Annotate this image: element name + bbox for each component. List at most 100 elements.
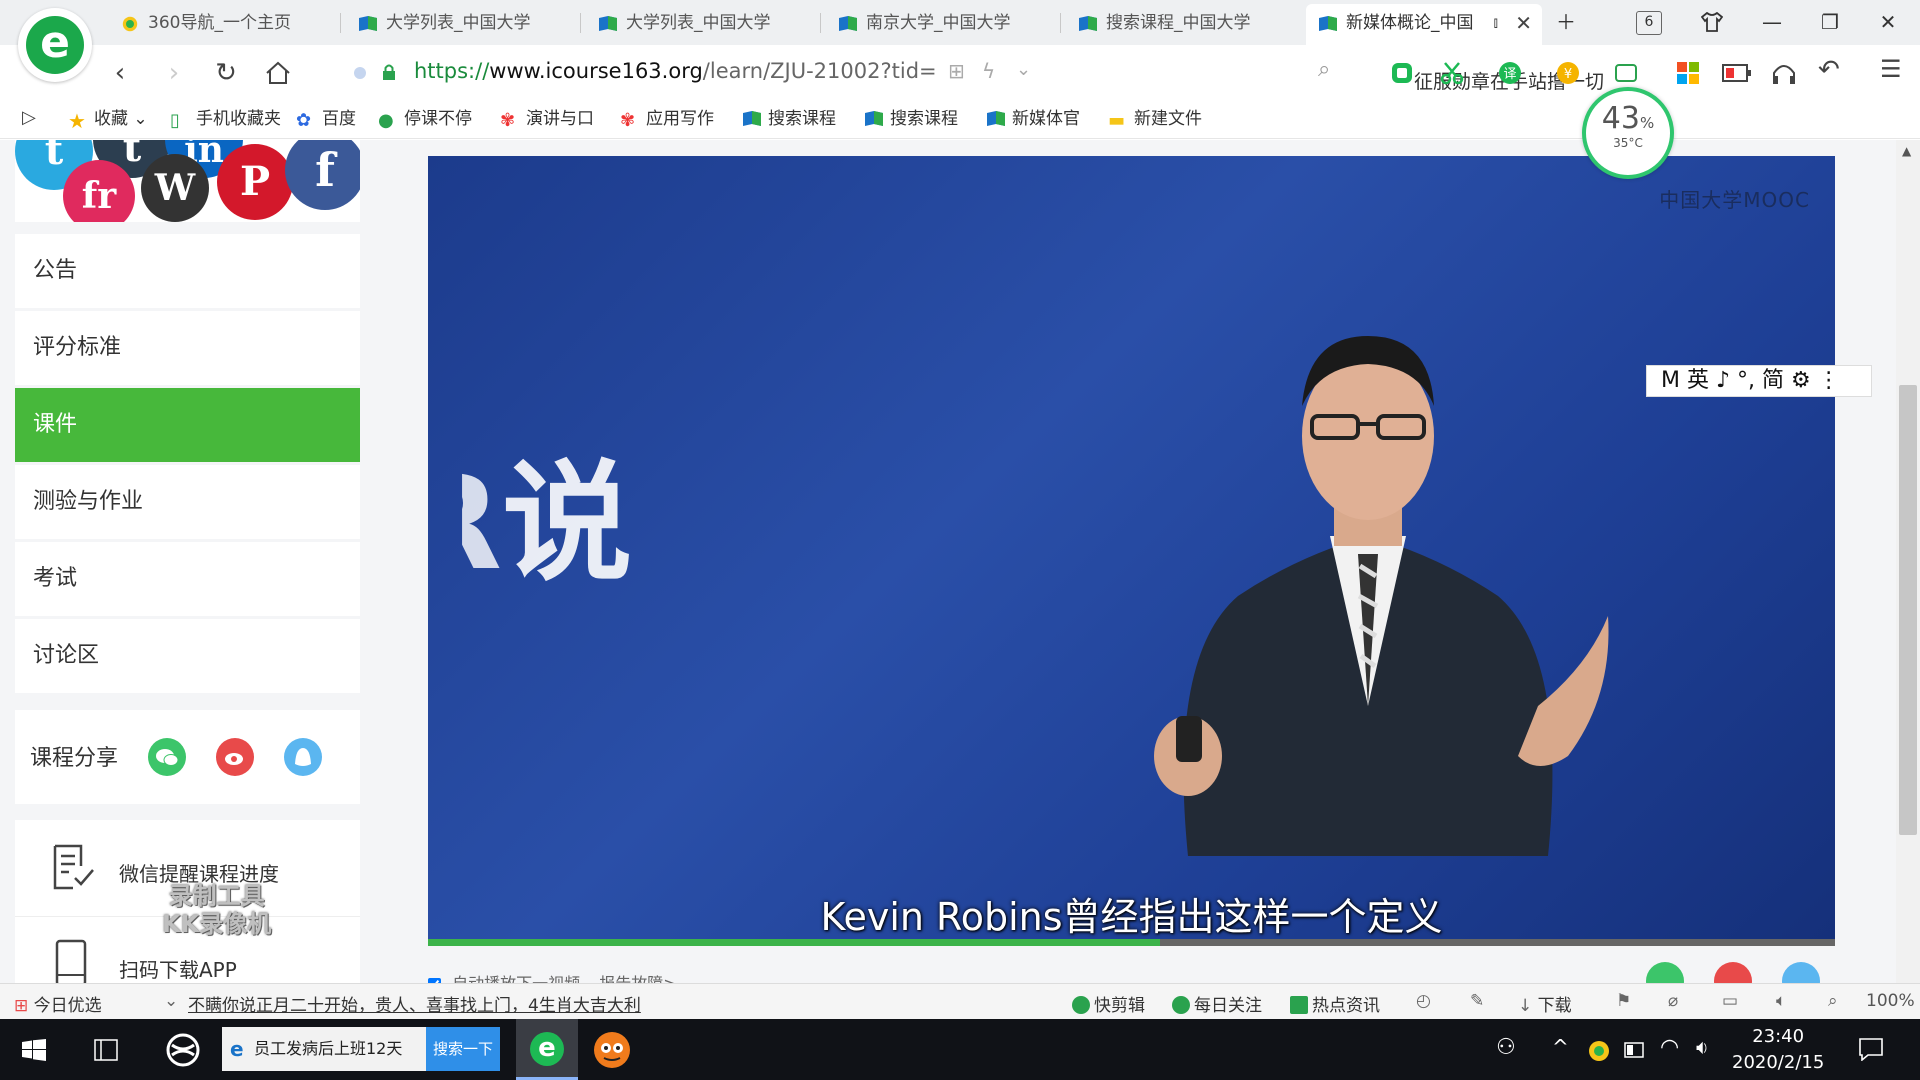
battery-icon[interactable] [1722,63,1752,83]
lock-icon[interactable] [382,63,396,81]
autoplay-label[interactable]: 自动播放下一视频 [452,974,580,983]
lightning-icon[interactable]: ϟ [982,59,995,83]
input-method-toolbar[interactable]: M 英 ♪ °, 简 ⚙ ⋮ [1646,365,1872,397]
memory-usage-badge[interactable]: 43% 35°C [1582,87,1674,179]
menu-icon[interactable]: ☰ [1880,55,1902,83]
download-item[interactable]: ↓ 下载 [1518,991,1572,1016]
360-tray-icon[interactable] [1588,1040,1610,1062]
home-button[interactable] [260,55,296,91]
speed-icon[interactable]: ◴ [1416,991,1431,1011]
tab-search-course[interactable]: 搜索课程_中国大学 [1066,4,1302,45]
reload-button[interactable]: ↻ [208,55,244,91]
people-icon[interactable]: ⚇ [1496,1035,1516,1060]
forward-button[interactable]: › [156,55,192,91]
chevron-down-icon[interactable]: ⌄ [164,991,178,1011]
scissors-icon[interactable] [1440,61,1464,85]
sidebar-item-discussion[interactable]: 讨论区 [15,619,360,693]
dropdown-chevron-icon[interactable]: ⌄ [1016,59,1031,80]
sidebar-item-courseware[interactable]: 课件 [15,388,360,462]
sidebar-item-announcements[interactable]: 公告 [15,234,360,308]
recorder-app-icon[interactable] [594,1032,630,1068]
sidebar-item-quizzes[interactable]: 测验与作业 [15,465,360,539]
scrollbar-thumb[interactable] [1899,385,1917,835]
quick-edit-item[interactable]: 快剪辑 [1072,991,1145,1016]
windows-start-icon[interactable] [22,1039,46,1061]
video-player[interactable]: R说 中国大学MOOC Kevin Robins曾经指出这样一个定义 [428,156,1835,946]
browser-logo-icon[interactable]: e [18,8,92,82]
audio-playing-icon[interactable]: ⫾ [1494,4,1498,42]
report-issue-link[interactable]: 报告故障> [599,974,676,983]
task-view-icon[interactable] [94,1039,118,1061]
bookmark-new-media[interactable]: 新媒体官 [986,107,1080,131]
system-clock[interactable]: 23:40 2020/2/15 [1732,1024,1824,1076]
video-progress-bar[interactable] [428,939,1835,946]
hot-news-item[interactable]: 热点资讯 [1290,991,1380,1016]
extension-green-icon[interactable] [1390,61,1414,85]
close-tab-icon[interactable]: ✕ [1515,4,1532,42]
bookmark-search-2[interactable]: 搜索课程 [864,107,958,131]
facebook-icon[interactable]: f [285,140,360,210]
tab-new-media-intro[interactable]: 新媒体概论_中国 ⫾ ✕ [1306,4,1542,45]
pinterest-icon[interactable]: P [217,144,293,220]
bookmark-writing[interactable]: ✾ 应用写作 [620,107,714,131]
skin-icon[interactable] [1692,6,1732,38]
bookmark-baidu[interactable]: ✿ 百度 [296,107,356,131]
restore-button[interactable]: ❐ [1810,6,1850,38]
notification-center-icon[interactable] [1858,1037,1884,1061]
address-bar[interactable]: https://www.icourse163.org/learn/ZJU-210… [340,53,1604,93]
bookmark-speech[interactable]: ✾ 演讲与口 [500,107,594,131]
tab-count-badge[interactable]: 6 [1636,11,1662,35]
sidebar-item-exams[interactable]: 考试 [15,542,360,616]
headphones-icon[interactable] [1770,59,1798,87]
wifi-icon[interactable]: ◠ [1660,1035,1679,1060]
tab-university-list-2[interactable]: 大学列表_中国大学 [586,4,822,45]
tab-nanjing-university[interactable]: 南京大学_中国大学 [826,4,1062,45]
search-icon[interactable]: ⌕ [1318,57,1330,82]
bookmark-mobile[interactable]: ▯ 手机收藏夹 [170,107,281,131]
wechat-share-icon[interactable] [148,738,186,776]
news-headline-link[interactable]: 不瞒你说正月二十开始，贵人、喜事找上门，4生肖大吉大利 [188,991,641,1016]
sidebar-item-grading[interactable]: 评分标准 [15,311,360,385]
tab-university-list-1[interactable]: 大学列表_中国大学 [346,4,582,45]
new-tab-button[interactable]: ＋ [1546,6,1586,38]
page-scrollbar[interactable]: ▲ [1896,140,1920,983]
speaker-icon[interactable]: 🔉︎ [1696,1035,1709,1059]
flag-icon[interactable]: ⚑ [1616,991,1631,1011]
expand-sidebar-icon[interactable]: ▷ [22,107,36,128]
battery-tray-icon[interactable] [1624,1042,1646,1058]
close-window-button[interactable]: ✕ [1868,6,1908,38]
zoom-icon[interactable]: ⌕ [1828,991,1838,1011]
video-wechat-share-icon[interactable] [1646,962,1684,983]
bookmark-new-folder[interactable]: ▬ 新建文件 [1108,107,1202,131]
coin-icon[interactable]: ¥ [1556,61,1580,85]
flipboard-icon[interactable]: fr [63,160,135,222]
apps-grid-icon[interactable] [1676,61,1700,85]
today-picks[interactable]: ⊞ 今日优选 [14,991,102,1016]
scroll-up-icon[interactable]: ▲ [1902,144,1911,158]
pin-icon[interactable]: ✎ [1470,991,1484,1011]
undo-icon[interactable]: ↶ [1818,55,1840,85]
show-hidden-icons-chevron[interactable]: ^ [1552,1035,1569,1059]
site-info-icon[interactable] [354,67,366,79]
taskbar-search-button[interactable]: 搜索一下 [426,1027,500,1071]
zoom-level[interactable]: 100% [1866,991,1915,1011]
video-weibo-share-icon[interactable] [1714,962,1752,983]
bookmark-classes[interactable]: ● 停课不停 [378,107,472,131]
app-swirl-icon[interactable] [166,1033,200,1067]
qq-share-icon[interactable] [284,738,322,776]
qr-code-icon[interactable]: ⊞ [948,59,965,83]
taskbar-360-browser[interactable]: e [516,1019,578,1080]
window-icon[interactable]: ▭ [1722,991,1738,1011]
bookmark-favorites[interactable]: ★ 收藏 ⌄ [68,107,148,133]
translate-icon[interactable]: 译 [1498,61,1522,85]
back-button[interactable]: ‹ [102,55,138,91]
volume-icon[interactable]: 🔈︎ [1776,991,1786,1011]
bookmark-search-1[interactable]: 搜索课程 [742,107,836,131]
video-qq-share-icon[interactable] [1782,962,1820,983]
daily-follow-item[interactable]: 每日关注 [1172,991,1262,1016]
tab-360-nav[interactable]: 360导航_一个主页 [108,4,344,45]
wordpress-icon[interactable]: W [141,154,209,222]
screenshot-icon[interactable] [1614,61,1638,85]
weibo-share-icon[interactable] [216,738,254,776]
clean-icon[interactable]: ⌀ [1668,991,1678,1011]
